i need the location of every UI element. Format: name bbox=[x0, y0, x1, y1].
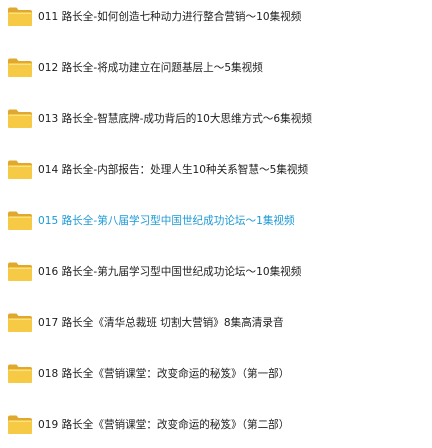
folder-label: 018 路长全《营销课堂：改变命运的秘笈》（第一部） bbox=[38, 368, 290, 380]
folder-item-019[interactable]: 019 路长全《营销课堂：改变命运的秘笈》（第二部） bbox=[0, 408, 432, 442]
folder-item-018[interactable]: 018 路长全《营销课堂：改变命运的秘笈》（第一部） bbox=[0, 357, 432, 391]
folder-icon bbox=[7, 56, 33, 78]
folder-label: 017 路长全《清华总裁班 切割大营销》8集高清录音 bbox=[38, 317, 284, 329]
folder-icon bbox=[7, 209, 33, 231]
folder-label: 013 路长全-智慧底牌-成功背后的10大思维方式～6集视频 bbox=[38, 113, 312, 125]
folder-icon bbox=[7, 107, 33, 129]
folder-item-012[interactable]: 012 路长全-将成功建立在问题基层上～5集视频 bbox=[0, 51, 432, 85]
folder-label: 015 路长全-第八届学习型中国世纪成功论坛～1集视频 bbox=[38, 215, 295, 227]
folder-icon bbox=[7, 260, 33, 282]
folder-label: 012 路长全-将成功建立在问题基层上～5集视频 bbox=[38, 62, 263, 74]
folder-label: 019 路长全《营销课堂：改变命运的秘笈》（第二部） bbox=[38, 419, 290, 431]
folder-list: 011 路长全-如何创造七种动力进行整合营销～10集视频 012 路长全-将成功… bbox=[0, 0, 432, 448]
folder-label: 014 路长全-内部报告：处理人生10种关系智慧～5集视频 bbox=[38, 164, 309, 176]
folder-label: 016 路长全-第九届学习型中国世纪成功论坛～10集视频 bbox=[38, 266, 302, 278]
folder-item-016[interactable]: 016 路长全-第九届学习型中国世纪成功论坛～10集视频 bbox=[0, 255, 432, 289]
folder-icon bbox=[7, 5, 33, 27]
folder-icon bbox=[7, 311, 33, 333]
folder-item-011[interactable]: 011 路长全-如何创造七种动力进行整合营销～10集视频 bbox=[0, 0, 432, 34]
folder-icon bbox=[7, 413, 33, 435]
folder-item-013[interactable]: 013 路长全-智慧底牌-成功背后的10大思维方式～6集视频 bbox=[0, 102, 432, 136]
folder-item-017[interactable]: 017 路长全《清华总裁班 切割大营销》8集高清录音 bbox=[0, 306, 432, 340]
folder-item-015[interactable]: 015 路长全-第八届学习型中国世纪成功论坛～1集视频 bbox=[0, 204, 432, 238]
folder-label: 011 路长全-如何创造七种动力进行整合营销～10集视频 bbox=[38, 11, 302, 23]
folder-item-014[interactable]: 014 路长全-内部报告：处理人生10种关系智慧～5集视频 bbox=[0, 153, 432, 187]
folder-icon bbox=[7, 362, 33, 384]
folder-icon bbox=[7, 158, 33, 180]
